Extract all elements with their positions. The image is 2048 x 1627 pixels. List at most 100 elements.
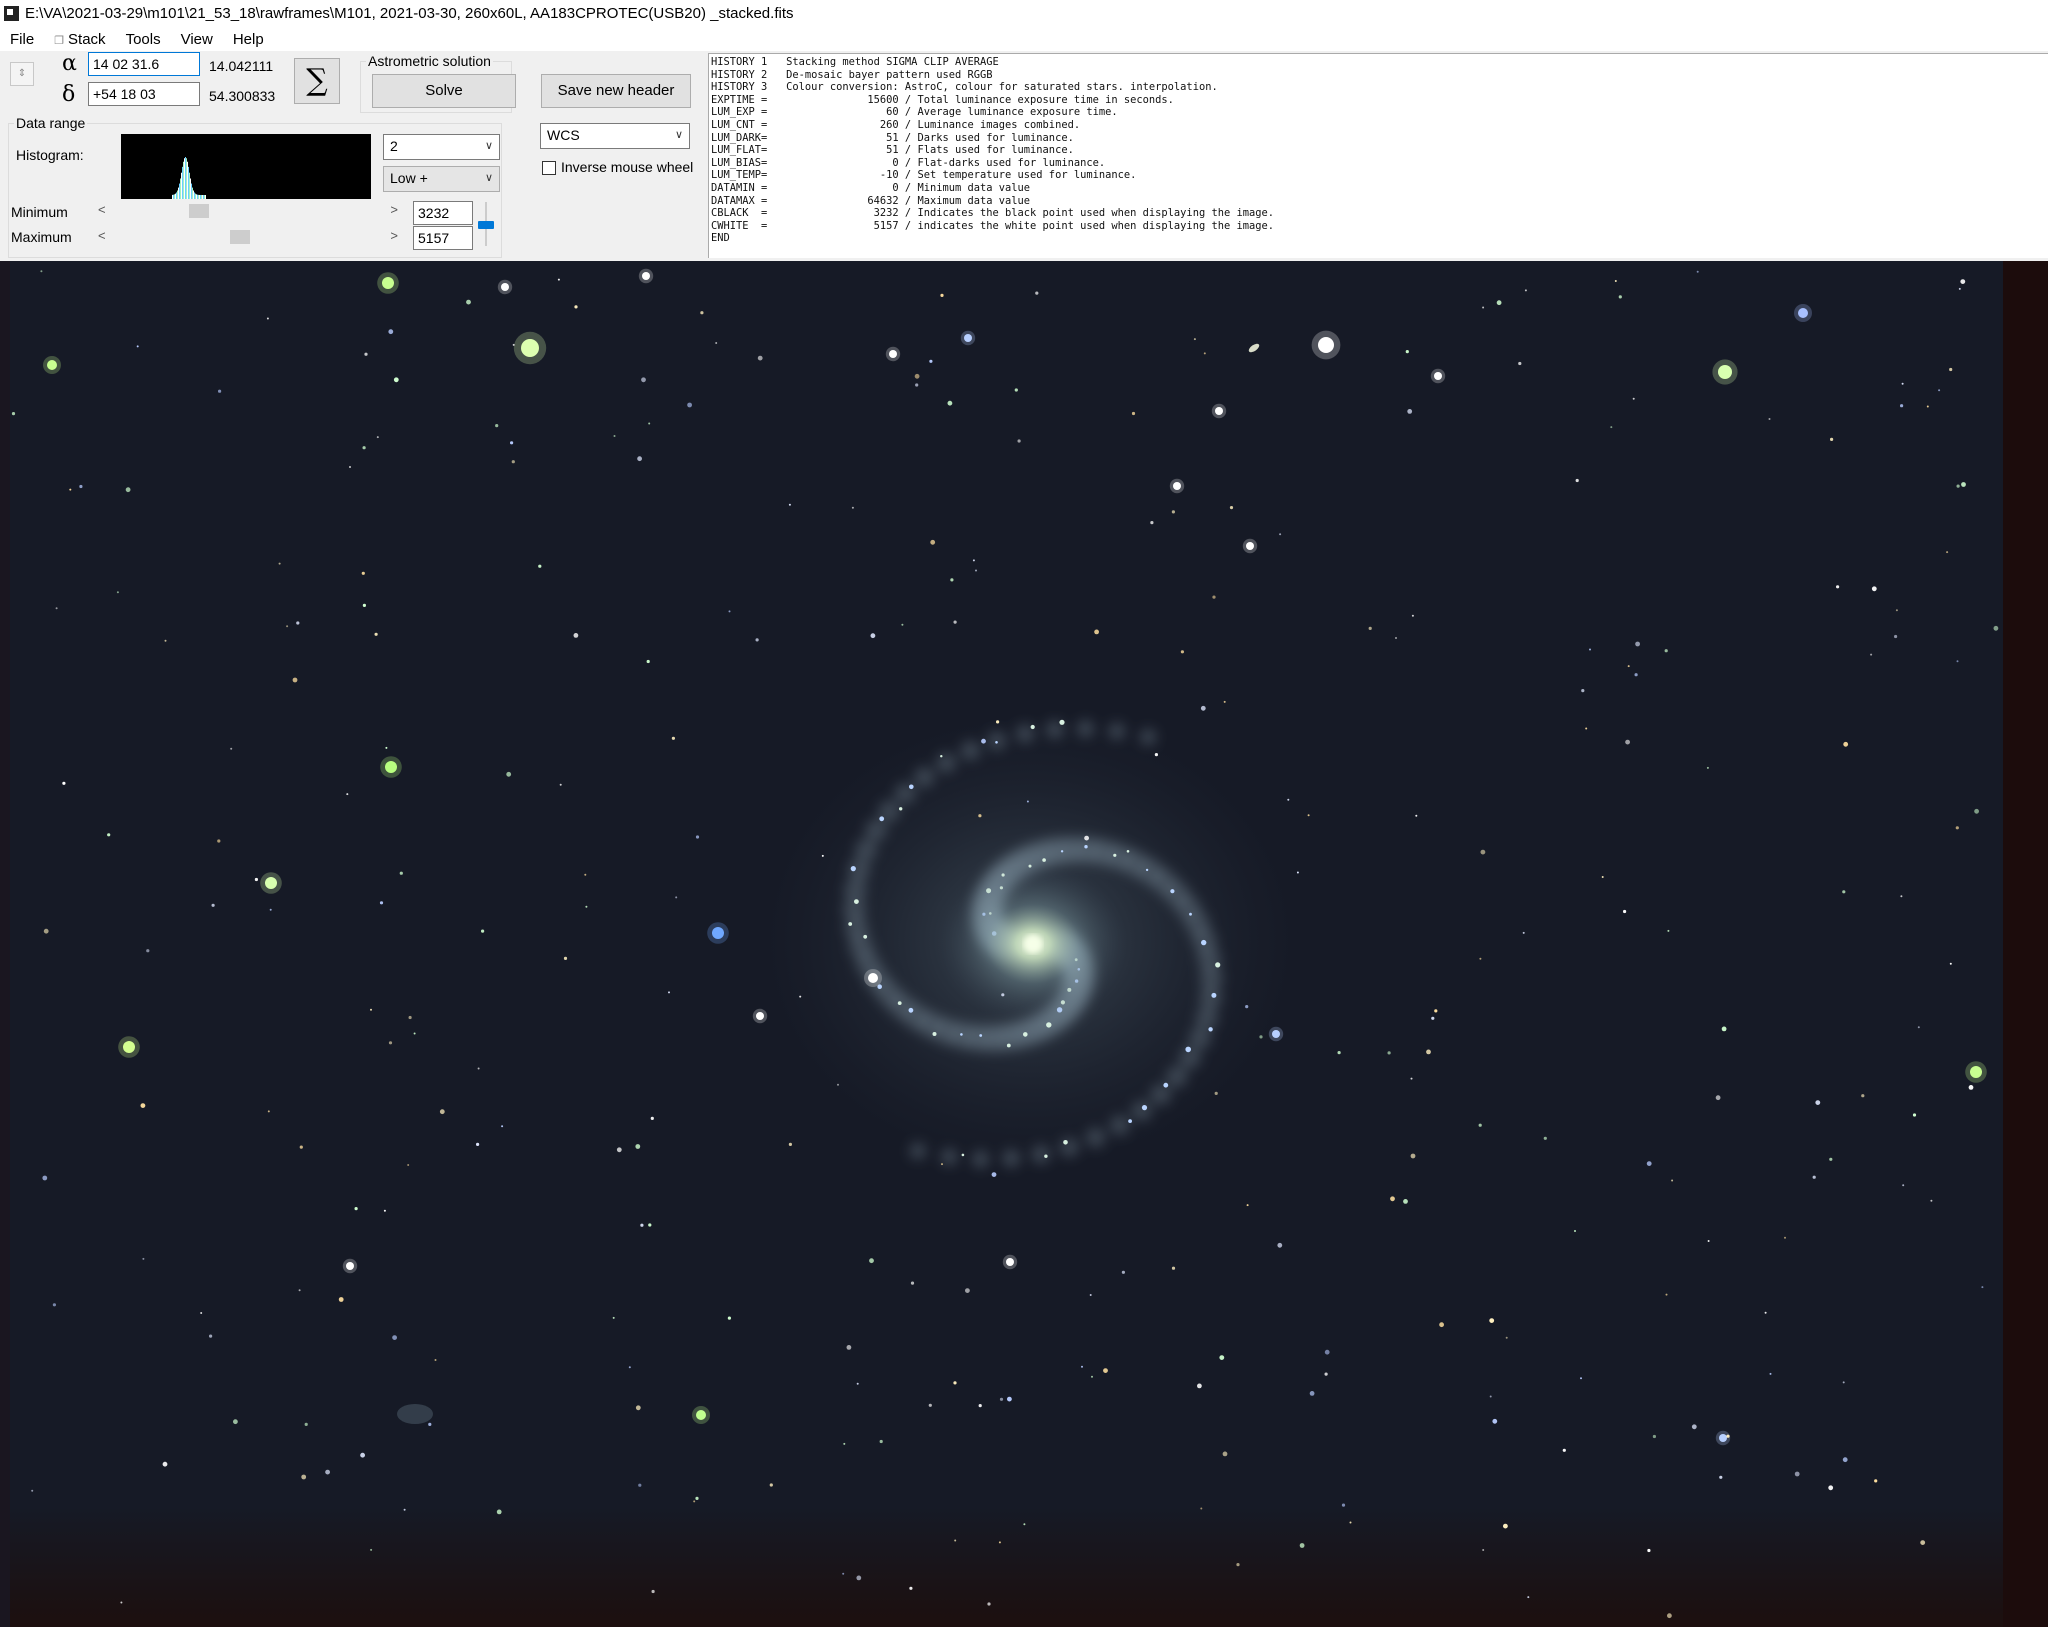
histogram-bar	[191, 183, 192, 199]
star	[361, 571, 365, 575]
star	[1439, 1322, 1444, 1328]
star	[999, 1397, 1004, 1401]
inverse-mouse-wheel-checkbox[interactable]	[542, 161, 556, 175]
maximum-scroll-thumb[interactable]	[230, 230, 251, 244]
sigma-button[interactable]: ∑	[294, 58, 340, 104]
galaxy-knot	[960, 1033, 963, 1036]
star	[79, 484, 83, 489]
minimum-value-input[interactable]: 3232	[413, 201, 473, 225]
dec-input[interactable]: +54 18 03	[88, 82, 200, 106]
galaxy-knot	[1126, 850, 1130, 853]
star	[338, 1297, 344, 1302]
star	[1150, 521, 1154, 525]
star	[354, 1207, 358, 1211]
fits-header-line: DATAMAX = 64632 / Maximum data value	[711, 194, 1031, 207]
fits-header-line: LUM_FLAT= 51 / Flats used for luminance.	[711, 144, 1074, 157]
wcs-select[interactable]: WCS ∨	[540, 123, 690, 149]
star	[47, 360, 57, 370]
minimum-scrollbar[interactable]: < >	[96, 202, 400, 218]
star	[1480, 849, 1486, 855]
star	[1769, 1372, 1772, 1375]
star	[964, 334, 972, 342]
histogram-plot[interactable]	[121, 134, 371, 199]
histogram-bar	[176, 192, 177, 199]
toggle-panel-button[interactable]: ⇕	[10, 62, 34, 86]
star	[695, 835, 700, 839]
star	[642, 272, 650, 280]
galaxy-knot	[979, 1034, 983, 1037]
fits-header-line: LUM_CNT = 260 / Luminance images combine…	[711, 118, 1081, 131]
star	[837, 1083, 839, 1086]
star	[1960, 279, 1966, 284]
maximum-scrollbar[interactable]: < >	[96, 228, 400, 244]
star	[1518, 361, 1522, 366]
star	[1246, 542, 1254, 550]
star	[1664, 649, 1668, 653]
star	[755, 638, 759, 642]
star	[1236, 1563, 1240, 1567]
star	[695, 1496, 699, 1500]
star	[947, 400, 953, 406]
astro-image[interactable]	[0, 261, 2048, 1627]
star	[1503, 1523, 1508, 1529]
galaxy-knot	[1211, 992, 1217, 998]
star	[1719, 1434, 1727, 1442]
spiral-arm-blob	[1085, 1127, 1106, 1148]
bin-select[interactable]: 2 ∨	[383, 134, 500, 160]
ra-decimal: 14.042111	[209, 58, 274, 74]
star	[1171, 1266, 1176, 1270]
galaxy-knot	[1128, 1119, 1132, 1123]
scroll-right-icon[interactable]: >	[390, 202, 398, 217]
minimum-scroll-thumb[interactable]	[189, 204, 210, 218]
galaxy-knot	[897, 1001, 902, 1005]
slider-thumb[interactable]	[478, 221, 494, 229]
menu-file[interactable]: File	[0, 31, 44, 48]
star	[521, 339, 539, 357]
solve-button[interactable]: Solve	[372, 74, 516, 108]
scroll-left-icon[interactable]: <	[98, 202, 106, 217]
star	[953, 620, 957, 624]
range-vertical-slider[interactable]	[478, 202, 494, 246]
save-new-header-button[interactable]: Save new header	[541, 74, 691, 108]
star	[1307, 814, 1310, 817]
maximum-value-input[interactable]: 5157	[413, 226, 473, 250]
star	[301, 1474, 307, 1480]
star	[612, 1316, 615, 1319]
star	[1968, 1085, 1974, 1090]
histogram-label: Histogram:	[16, 147, 84, 163]
galaxy-knot	[1215, 962, 1221, 968]
histogram-bar	[181, 172, 182, 199]
histogram-bar	[193, 190, 194, 199]
bin-select-value: 2	[390, 138, 398, 154]
fits-header-text[interactable]: HISTORY 1 Stacking method SIGMA CLIP AVE…	[708, 53, 2048, 258]
menu-tools[interactable]: Tools	[116, 31, 171, 48]
scroll-right-icon[interactable]: >	[390, 228, 398, 243]
alpha-symbol: α	[62, 51, 77, 76]
star	[1784, 1236, 1786, 1239]
star	[700, 311, 704, 315]
star	[512, 343, 515, 346]
star	[1193, 338, 1196, 341]
star	[382, 277, 394, 289]
star	[889, 350, 897, 358]
star	[1627, 665, 1630, 668]
wcs-select-value: WCS	[547, 127, 580, 143]
star	[385, 746, 388, 749]
star	[1200, 705, 1206, 711]
star	[1842, 1457, 1848, 1463]
star	[1665, 1293, 1668, 1296]
scroll-left-icon[interactable]: <	[98, 228, 106, 243]
star	[107, 833, 111, 837]
menu-view[interactable]: View	[171, 31, 223, 48]
image-canvas[interactable]	[0, 261, 2048, 1627]
ra-input[interactable]: 14 02 31.6	[88, 52, 200, 76]
star	[379, 901, 384, 905]
galaxy-knot	[848, 922, 853, 926]
menu-stack[interactable]: Stack	[44, 31, 115, 48]
menu-help[interactable]: Help	[223, 31, 274, 48]
stretch-select[interactable]: Low + ∨	[383, 166, 500, 192]
chevron-down-icon: ∨	[484, 172, 493, 184]
star	[69, 488, 72, 491]
star	[1215, 407, 1223, 415]
star	[254, 877, 258, 882]
